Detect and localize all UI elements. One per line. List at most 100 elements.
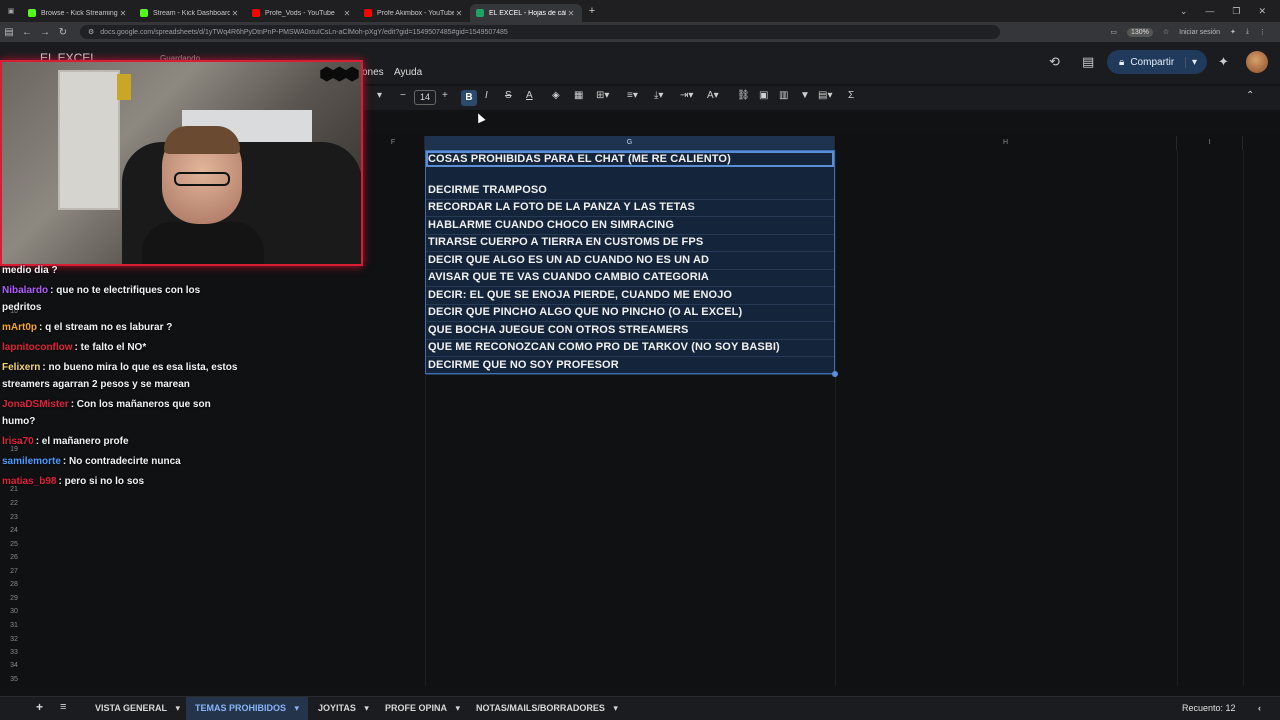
reload-icon[interactable]: ↻ bbox=[54, 27, 72, 38]
cell-list-item[interactable]: DECIR QUE PINCHO ALGO QUE NO PINCHO (O A… bbox=[428, 306, 742, 318]
row-number[interactable]: 30 bbox=[0, 608, 28, 615]
font-size-input[interactable]: 14 bbox=[414, 90, 436, 105]
row-number[interactable]: 31 bbox=[0, 622, 28, 629]
text-color-icon[interactable]: A bbox=[526, 90, 533, 101]
strikethrough-icon[interactable]: S bbox=[505, 90, 512, 101]
share-dropdown-icon[interactable]: ▾ bbox=[1184, 56, 1207, 68]
chat-username[interactable]: lapnitoconflow bbox=[2, 342, 73, 353]
cell-list-item[interactable]: DECIRME QUE NO SOY PROFESOR bbox=[428, 359, 619, 371]
extensions-icon[interactable]: ✦ bbox=[1230, 28, 1236, 36]
chat-username[interactable]: JonaDSMister bbox=[2, 399, 69, 410]
row-number[interactable]: 27 bbox=[0, 568, 28, 575]
zoom-badge[interactable]: 130% bbox=[1126, 27, 1153, 37]
insert-comment-icon[interactable]: ▣ bbox=[759, 90, 768, 101]
filter-icon[interactable]: ▼ bbox=[800, 90, 810, 101]
menu-extensions-partial[interactable]: ones bbox=[362, 67, 384, 78]
cell-list-item[interactable]: RECORDAR LA FOTO DE LA PANZA Y LAS TETAS bbox=[428, 201, 695, 213]
tab-search-icon[interactable]: ⌄ bbox=[1180, 6, 1188, 17]
browser-tab[interactable]: Browse - Kick Streaming ✕ bbox=[22, 4, 134, 22]
tab-close-icon[interactable]: ✕ bbox=[566, 9, 576, 18]
browser-tab[interactable]: Stream - Kick Dashboard ✕ bbox=[134, 4, 246, 22]
cell-list-item[interactable]: DECIR: EL QUE SE ENOJA PIERDE, CUANDO ME… bbox=[428, 289, 732, 301]
status-count[interactable]: Recuento: 12 bbox=[1182, 703, 1236, 713]
chat-username[interactable]: mArt0p bbox=[2, 322, 37, 333]
row-number[interactable]: 32 bbox=[0, 636, 28, 643]
add-sheet-icon[interactable]: + bbox=[36, 700, 43, 714]
browser-tab[interactable]: EL EXCEL - Hojas de cálculo de✕ bbox=[470, 4, 582, 22]
font-dropdown-icon[interactable]: ▾ bbox=[377, 90, 382, 101]
chat-username[interactable]: matias_b98 bbox=[2, 476, 56, 487]
forward-icon[interactable]: → bbox=[36, 27, 54, 38]
tab-menu-icon[interactable]: ▣ bbox=[0, 0, 22, 22]
insert-link-icon[interactable]: ⛓ bbox=[737, 90, 750, 101]
version-history-icon[interactable]: ⟲ bbox=[1049, 54, 1060, 70]
sheet-tab[interactable]: TEMAS PROHIBIDOS ▾ bbox=[195, 703, 299, 714]
insert-chart-icon[interactable]: ▥ bbox=[779, 90, 788, 101]
tab-close-icon[interactable]: ✕ bbox=[118, 9, 128, 18]
italic-icon[interactable]: I bbox=[485, 90, 488, 101]
horizontal-align-icon[interactable]: ≡▾ bbox=[627, 90, 638, 101]
side-panel-toggle-icon[interactable]: ‹ bbox=[1258, 703, 1261, 713]
row-number[interactable]: 29 bbox=[0, 595, 28, 602]
avatar[interactable] bbox=[1246, 51, 1268, 73]
chat-username[interactable]: lrisa70 bbox=[2, 436, 34, 447]
browser-tab[interactable]: Profe Akimbox - YouTube ✕ bbox=[358, 4, 470, 22]
chat-username[interactable]: samilemorte bbox=[2, 456, 61, 467]
row-number[interactable]: 22 bbox=[0, 500, 28, 507]
row-number[interactable]: 25 bbox=[0, 541, 28, 548]
sheet-tab[interactable]: NOTAS/MAILS/BORRADORES ▾ bbox=[476, 703, 618, 714]
tab-close-icon[interactable]: ✕ bbox=[454, 9, 464, 18]
text-wrap-icon[interactable]: ⇥▾ bbox=[680, 90, 693, 101]
minimize-icon[interactable]: — bbox=[1205, 6, 1214, 16]
maximize-icon[interactable]: ❐ bbox=[1232, 6, 1240, 17]
signin-button[interactable]: Iniciar sesión bbox=[1179, 29, 1220, 36]
increase-font-icon[interactable]: + bbox=[442, 90, 448, 101]
cast-icon[interactable]: ▭ bbox=[1110, 28, 1117, 36]
url-input[interactable]: ⚙ docs.google.com/spreadsheets/d/1yTWq4R… bbox=[80, 25, 1000, 39]
gemini-icon[interactable]: ✦ bbox=[1218, 54, 1229, 70]
downloads-icon[interactable]: ⤓ bbox=[1246, 28, 1249, 36]
sheet-tab-menu-icon[interactable]: ▾ bbox=[362, 703, 369, 713]
cell-list-item[interactable]: QUE BOCHA JUEGUE CON OTROS STREAMERS bbox=[428, 324, 689, 336]
sheet-tab[interactable]: JOYITAS ▾ bbox=[318, 703, 369, 714]
sheet-tab-menu-icon[interactable]: ▾ bbox=[292, 703, 300, 713]
cell-list-title[interactable]: COSAS PROHIBIDAS PARA EL CHAT (ME RE CAL… bbox=[428, 153, 731, 165]
browser-menu-icon[interactable]: ⋮ bbox=[1259, 28, 1266, 36]
cell-list-item[interactable]: HABLARME CUANDO CHOCO EN SIMRACING bbox=[428, 219, 674, 231]
cell-list-item[interactable]: DECIR QUE ALGO ES UN AD CUANDO NO ES UN … bbox=[428, 254, 709, 266]
row-number[interactable]: 33 bbox=[0, 649, 28, 656]
sheet-tab-menu-icon[interactable]: ▾ bbox=[453, 703, 461, 713]
merge-cells-icon[interactable]: ⊞▾ bbox=[596, 90, 609, 101]
row-number[interactable]: 26 bbox=[0, 554, 28, 561]
bold-icon[interactable]: B bbox=[461, 90, 477, 106]
all-sheets-icon[interactable]: ≡ bbox=[60, 701, 66, 713]
fill-handle[interactable] bbox=[832, 371, 838, 377]
cell-list-item[interactable]: AVISAR QUE TE VAS CUANDO CAMBIO CATEGORI… bbox=[428, 271, 709, 283]
column-header-h[interactable]: H bbox=[835, 136, 1177, 150]
sheet-tab-menu-icon[interactable]: ▾ bbox=[173, 703, 181, 713]
column-header-g[interactable]: G bbox=[425, 136, 835, 150]
text-rotation-icon[interactable]: A▾ bbox=[707, 90, 719, 101]
vertical-align-icon[interactable]: ⤓▾ bbox=[654, 90, 663, 101]
comments-icon[interactable]: ▤ bbox=[1082, 54, 1094, 70]
column-header-i[interactable]: I bbox=[1177, 136, 1243, 150]
share-button[interactable]: 🔒︎ Compartir ▾ bbox=[1107, 50, 1207, 74]
cell-list-item[interactable]: QUE ME RECONOZCAN COMO PRO DE TARKOV (NO… bbox=[428, 341, 780, 353]
tab-close-icon[interactable]: ✕ bbox=[230, 9, 240, 18]
filter-views-icon[interactable]: ▤▾ bbox=[818, 90, 832, 101]
sidebar-icon[interactable]: ▤ bbox=[0, 27, 18, 38]
decrease-font-icon[interactable]: − bbox=[400, 90, 406, 101]
row-number[interactable]: 28 bbox=[0, 581, 28, 588]
site-info-icon[interactable]: ⚙ bbox=[88, 28, 94, 36]
menu-help[interactable]: Ayuda bbox=[394, 67, 422, 78]
close-window-icon[interactable]: ✕ bbox=[1258, 6, 1266, 17]
cell-list-item[interactable]: DECIRME TRAMPOSO bbox=[428, 184, 547, 196]
row-number[interactable]: 23 bbox=[0, 514, 28, 521]
sheet-tab[interactable]: PROFE OPINA ▾ bbox=[385, 703, 460, 714]
collapse-toolbar-icon[interactable]: ⌃ bbox=[1246, 90, 1254, 101]
sheet-tab-menu-icon[interactable]: ▾ bbox=[611, 703, 618, 713]
new-tab-button[interactable]: + bbox=[582, 5, 602, 17]
sheet-tab[interactable]: VISTA GENERAL ▾ bbox=[95, 703, 180, 714]
column-header-f[interactable]: F bbox=[362, 136, 425, 150]
back-icon[interactable]: ← bbox=[18, 27, 36, 38]
